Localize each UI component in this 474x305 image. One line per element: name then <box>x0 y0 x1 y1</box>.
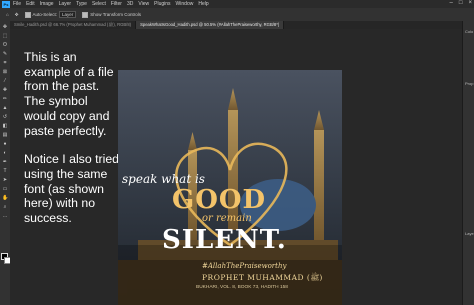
art-line-or-remain: or remain <box>202 213 252 224</box>
art-hashtag: #AllahThePraiseworthy <box>202 262 287 270</box>
gradient-tool-icon[interactable]: ▤ <box>2 132 8 138</box>
blur-tool-icon[interactable]: ● <box>2 141 8 147</box>
document-tabs: Smile_Hadith.psd @ 66.7% (Prophet Muhamm… <box>10 21 462 29</box>
zoom-tool-icon[interactable]: ⌕ <box>2 204 8 210</box>
quick-select-tool-icon[interactable]: ✎ <box>2 51 8 57</box>
art-line-good: GOOD <box>172 185 267 215</box>
eraser-tool-icon[interactable]: ◧ <box>2 123 8 129</box>
tab-speak-what-is-good[interactable]: SpeakWhatIsGood_Hadith.psd @ 50.5% (#All… <box>136 21 285 29</box>
auto-select-label: Auto-Select: <box>32 12 58 17</box>
layers-panel-tab[interactable]: Laye <box>465 231 474 236</box>
brush-tool-icon[interactable]: ✏ <box>2 96 8 102</box>
auto-select-group: Auto-Select: Layer <box>24 11 77 18</box>
history-brush-icon[interactable]: ↺ <box>2 114 8 120</box>
eyedropper-tool-icon[interactable]: ⁄ <box>2 78 8 84</box>
home-icon[interactable]: ⌂ <box>6 12 9 17</box>
art-prophet-name: PROPHET MUHAMMAD (ﷺ) <box>202 273 323 282</box>
right-panel-dock: Colo Prop Laye <box>462 21 474 305</box>
healing-tool-icon[interactable]: ✚ <box>2 87 8 93</box>
menu-layer[interactable]: Layer <box>59 1 72 7</box>
transform-group: Show Transform Controls <box>82 11 142 18</box>
menu-edit[interactable]: Edit <box>26 1 35 7</box>
photoshop-logo-icon: Ps <box>2 0 10 8</box>
close-icon[interactable]: × <box>468 0 472 6</box>
options-bar: ⌂ ✥ Auto-Select: Layer Show Transform Co… <box>0 8 474 22</box>
more-tools-icon[interactable]: … <box>2 213 8 219</box>
shape-tool-icon[interactable]: ▭ <box>2 186 8 192</box>
art-line-silent: SILENT. <box>162 225 287 255</box>
document-canvas[interactable]: speak what is GOOD or remain SILENT. #Al… <box>118 70 342 305</box>
transform-checkbox[interactable] <box>82 11 89 18</box>
move-tool-icon[interactable]: ✥ <box>15 12 19 18</box>
menu-3d[interactable]: 3D <box>127 1 133 7</box>
path-select-tool-icon[interactable]: ➤ <box>2 177 8 183</box>
lasso-tool-icon[interactable]: ʘ <box>2 42 8 48</box>
pen-tool-icon[interactable]: ✒ <box>2 159 8 165</box>
menu-help[interactable]: Help <box>198 1 208 7</box>
note-paragraph-1: This is an example of a file from the pa… <box>24 50 114 138</box>
auto-select-checkbox[interactable] <box>24 11 31 18</box>
stamp-tool-icon[interactable]: ▲ <box>2 105 8 111</box>
color-panel-tab[interactable]: Colo <box>465 29 473 34</box>
art-source: BUKHARI, VOL. 8, BOOK 73, HADITH 158 <box>196 285 288 290</box>
annotation-note: This is an example of a file from the pa… <box>24 50 120 240</box>
crop-tool-icon[interactable]: ⌗ <box>2 60 8 66</box>
menu-select[interactable]: Select <box>92 1 106 7</box>
properties-panel-tab[interactable]: Prop <box>465 81 473 86</box>
menu-filter[interactable]: Filter <box>111 1 122 7</box>
art-line-speak: speak what is <box>122 172 205 186</box>
minimize-icon[interactable]: – <box>450 0 453 6</box>
menu-bar: Ps File Edit Image Layer Type Select Fil… <box>0 0 474 8</box>
menu-file[interactable]: File <box>13 1 21 7</box>
move-tool-icon[interactable]: ✥ <box>2 24 8 30</box>
auto-select-dropdown[interactable]: Layer <box>59 11 77 18</box>
maximize-icon[interactable]: □ <box>459 0 463 6</box>
transform-label: Show Transform Controls <box>90 12 142 17</box>
menu-type[interactable]: Type <box>76 1 87 7</box>
menu-image[interactable]: Image <box>40 1 54 7</box>
window-controls: – □ × <box>450 0 472 6</box>
note-paragraph-2: Notice I also tried using the same font … <box>24 152 120 226</box>
menu-view[interactable]: View <box>138 1 149 7</box>
hand-tool-icon[interactable]: ✋ <box>2 195 8 201</box>
frame-tool-icon[interactable]: ⊠ <box>2 69 8 75</box>
tab-smile-hadith[interactable]: Smile_Hadith.psd @ 66.7% (Prophet Muhamm… <box>10 21 137 29</box>
dodge-tool-icon[interactable]: ◐ <box>2 150 8 156</box>
type-tool-icon[interactable]: T <box>2 168 8 174</box>
marquee-tool-icon[interactable]: ⬚ <box>2 33 8 39</box>
menu-window[interactable]: Window <box>176 1 194 7</box>
menu-plugins[interactable]: Plugins <box>154 1 170 7</box>
